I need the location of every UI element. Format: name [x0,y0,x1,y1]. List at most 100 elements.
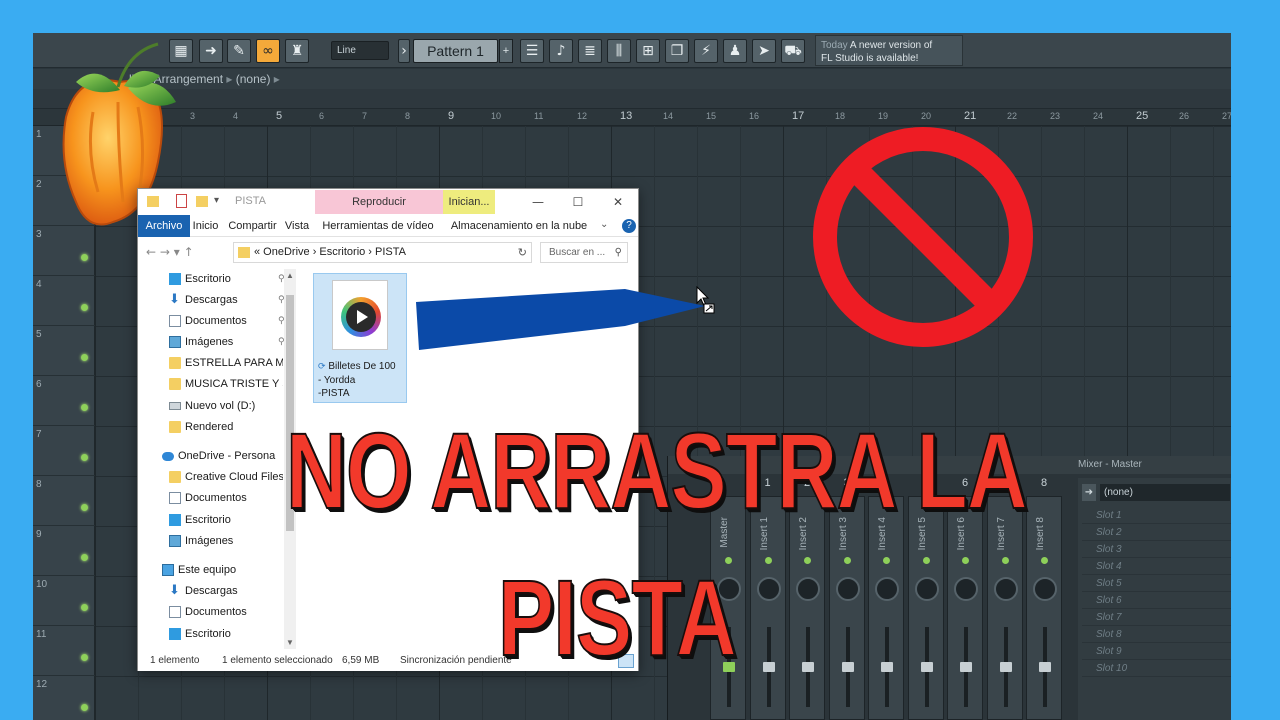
ribbon-tab[interactable]: Vista [282,215,312,237]
track-header[interactable]: 10 [33,576,95,626]
mixer-icon[interactable]: ⫼ [607,39,631,63]
arrow-right-icon[interactable]: ➜ [199,39,223,63]
mixer-led[interactable] [883,557,890,564]
mixer-effect-slot[interactable]: Slot 4 [1082,559,1231,575]
mixer-led[interactable] [922,557,930,564]
track-header[interactable]: 3 [33,226,95,276]
properties-icon[interactable] [176,194,187,208]
pan-knob[interactable] [914,577,939,601]
mixer-effect-slot[interactable]: Slot 9 [1082,644,1231,660]
volume-fader-handle[interactable] [881,662,893,672]
ribbon-expand-icon[interactable]: ⌄ [600,219,608,230]
pen-icon[interactable]: ✎ [227,39,251,63]
nav-item[interactable]: Este equipo [162,560,296,580]
channel-rack-icon[interactable]: ≣ [578,39,602,63]
ribbon-tab[interactable]: Herramientas de vídeo [314,215,442,237]
volume-fader-handle[interactable] [1039,662,1051,672]
track-enable-led[interactable] [81,454,88,461]
metronome-icon[interactable]: ♜ [285,39,309,63]
track-enable-led[interactable] [81,354,88,361]
volume-fader-handle[interactable] [960,662,972,672]
volume-fader-handle[interactable] [762,662,775,672]
add-pattern-button[interactable]: + [499,39,513,63]
track-header[interactable]: 8 [33,476,95,526]
pan-knob[interactable] [954,577,978,601]
track-header[interactable]: 11 [33,626,95,676]
track-header[interactable]: 7 [33,426,95,476]
track-header[interactable]: 12 [33,676,95,720]
help-icon[interactable]: ? [622,219,636,233]
link-icon[interactable]: ∞ [256,39,280,63]
nav-item[interactable]: OneDrive - Personal [162,446,296,466]
news-panel[interactable]: Today A newer version of FL Studio is av… [815,35,963,66]
tempo-icon[interactable]: ♟ [723,39,747,63]
mixer-led[interactable] [1001,557,1009,564]
track-enable-led[interactable] [81,704,88,711]
track-header[interactable]: 9 [33,526,95,576]
mixer-led[interactable] [764,557,772,564]
maximize-icon[interactable]: ☐ [564,193,592,211]
nav-arrows-icon[interactable]: ← → ▾ ↑ [146,245,194,259]
explorer-titlebar[interactable]: ▾ PISTA Reproducir Inician... — ☐ ✕ [138,189,638,215]
track-enable-led[interactable] [81,304,88,311]
pan-knob[interactable] [835,577,860,601]
ribbon-tab[interactable]: Archivo [138,215,190,237]
pan-knob[interactable] [1033,577,1057,601]
scroll-up-icon[interactable]: ▲ [286,271,294,280]
context-tab-play[interactable]: Reproducir [315,190,443,214]
ribbon-tab[interactable]: Almacenamiento en la nube [442,215,596,237]
volume-fader-handle[interactable] [999,662,1012,672]
pan-knob[interactable] [796,577,820,601]
close-icon[interactable]: ✕ [604,193,632,211]
pan-knob[interactable] [756,577,781,601]
pan-knob[interactable] [993,577,1018,601]
render-icon[interactable]: ➤ [752,39,776,63]
mixer-led[interactable] [1041,557,1048,564]
mixer-effect-slot[interactable]: Slot 1 [1082,508,1231,524]
track-enable-led[interactable] [81,504,88,511]
refresh-icon[interactable]: ↻ [518,243,527,262]
volume-fader-handle[interactable] [920,662,933,672]
mixer-effect-slot[interactable]: Slot 7 [1082,610,1231,626]
ribbon-tab[interactable]: Inicio [190,215,221,237]
mixer-led[interactable] [843,557,851,564]
pan-knob[interactable] [875,577,899,601]
mixer-effect-slot[interactable]: Slot 5 [1082,576,1231,592]
mixer-preset-select[interactable]: (none) [1100,484,1230,501]
mixer-effect-slot[interactable]: Slot 10 [1082,661,1231,677]
timeline-ruler[interactable]: 3 4 5 6 7 8 9 10 11 12 13 14 15 16 17 18 19 20 21 22 23 24 25 2… [33,109,1231,126]
new-folder-icon[interactable] [196,196,208,207]
search-input[interactable]: Buscar en ... ⚲ [540,242,628,263]
track-enable-led[interactable] [81,254,88,261]
volume-fader-handle[interactable] [802,662,814,672]
playlist-icon[interactable]: ☰ [520,39,544,63]
audio-file-item[interactable]: ⟳ Billetes De 100 - Yordda -PISTA [313,273,407,403]
mixer-effect-slot[interactable]: Slot 6 [1082,593,1231,609]
ribbon-tab[interactable]: Compartir [223,215,282,237]
track-enable-led[interactable] [81,654,88,661]
pattern-selector[interactable]: Pattern 1 [413,39,498,63]
project-icon[interactable]: ❐ [665,39,689,63]
mixer-effect-slot[interactable]: Slot 3 [1082,542,1231,558]
volume-fader-handle[interactable] [841,662,854,672]
browser-icon[interactable]: ⊞ [636,39,660,63]
shop-icon[interactable]: ⛟ [781,39,805,63]
customize-toolbar-icon[interactable]: ▾ [214,195,219,206]
mixer-effect-slot[interactable]: Slot 2 [1082,525,1231,541]
mixer-effect-slot[interactable]: Slot 8 [1082,627,1231,643]
track-enable-led[interactable] [81,404,88,411]
address-bar[interactable]: « OneDrive › Escritorio › PISTA ↻ [233,242,532,263]
piano-roll-icon[interactable]: ♪ [549,39,573,63]
mixer-led[interactable] [804,557,811,564]
minimize-icon[interactable]: — [524,193,552,211]
track-enable-led[interactable] [81,554,88,561]
mixer-preset-icon[interactable]: ➜ [1082,484,1096,501]
scroll-down-icon[interactable]: ▼ [286,638,294,647]
track-header[interactable]: 5 [33,326,95,376]
context-tab-start[interactable]: Inician... [443,190,495,214]
track-header[interactable]: 6 [33,376,95,426]
track-header[interactable]: 4 [33,276,95,326]
mixer-channel-strip[interactable]: Insert 8 [1026,496,1062,720]
snap-mode-select[interactable]: Line [331,41,389,60]
plugin-icon[interactable]: ⚡ [694,39,718,63]
